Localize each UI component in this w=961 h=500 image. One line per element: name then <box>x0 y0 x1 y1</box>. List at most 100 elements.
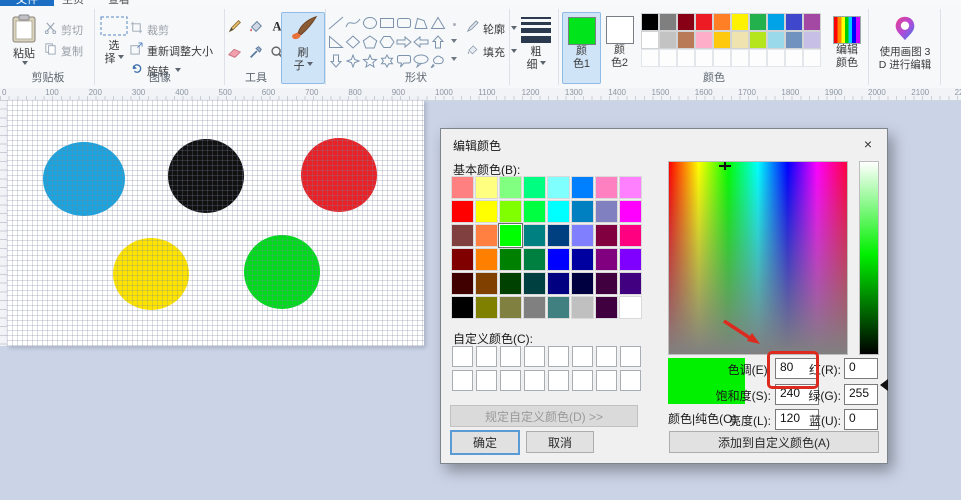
custom-color-slot[interactable] <box>452 346 473 367</box>
cloud-callout-shape[interactable] <box>430 54 446 68</box>
palette-swatch[interactable] <box>714 14 730 30</box>
pentagon-shape[interactable] <box>362 35 378 49</box>
basic-color-swatch[interactable] <box>500 273 521 294</box>
custom-color-slot[interactable] <box>620 370 641 391</box>
palette-swatch[interactable] <box>786 14 802 30</box>
red-input[interactable]: 0 <box>844 358 878 379</box>
basic-color-swatch[interactable] <box>572 273 593 294</box>
green-input[interactable]: 255 <box>844 384 878 405</box>
basic-color-swatch[interactable] <box>500 249 521 270</box>
basic-color-swatch[interactable] <box>452 177 473 198</box>
custom-color-slot[interactable] <box>572 346 593 367</box>
basic-color-swatch[interactable] <box>524 201 545 222</box>
brush-button[interactable]: 刷 子 <box>281 12 325 84</box>
paint3d-button[interactable]: 使用画图 3 D 进行编辑 <box>872 14 938 72</box>
palette-empty-slot[interactable] <box>732 50 748 66</box>
basic-color-swatch[interactable] <box>572 249 593 270</box>
basic-color-swatch[interactable] <box>572 177 593 198</box>
basic-color-swatch[interactable] <box>548 201 569 222</box>
paste-button[interactable]: 粘贴 <box>6 14 42 68</box>
copy-button[interactable]: 复制 <box>44 42 83 60</box>
ok-button[interactable]: 确定 <box>450 430 520 455</box>
basic-color-swatch[interactable] <box>452 225 473 246</box>
left-arrow-shape[interactable] <box>413 35 429 49</box>
custom-color-slot[interactable] <box>572 370 593 391</box>
palette-empty-slot[interactable] <box>642 50 658 66</box>
palette-swatch[interactable] <box>768 14 784 30</box>
custom-color-slot[interactable] <box>596 370 617 391</box>
custom-color-slot[interactable] <box>596 346 617 367</box>
palette-swatch[interactable] <box>732 14 748 30</box>
eraser-tool[interactable] <box>227 44 243 65</box>
basic-color-swatch[interactable] <box>596 249 617 270</box>
basic-color-swatch[interactable] <box>524 249 545 270</box>
palette-swatch[interactable] <box>642 14 658 30</box>
basic-color-swatch[interactable] <box>548 177 569 198</box>
crop-button[interactable]: 裁剪 <box>130 21 169 39</box>
four-point-star-shape[interactable] <box>345 54 361 68</box>
oval-shape[interactable] <box>362 16 378 30</box>
basic-color-swatch[interactable] <box>548 297 569 318</box>
shapes-more[interactable] <box>449 54 459 66</box>
basic-color-swatch[interactable] <box>476 201 497 222</box>
palette-empty-slot[interactable] <box>714 50 730 66</box>
basic-color-swatch[interactable] <box>596 273 617 294</box>
palette-swatch[interactable] <box>696 32 712 48</box>
basic-color-swatch[interactable] <box>620 177 641 198</box>
palette-swatch[interactable] <box>750 14 766 30</box>
cut-button[interactable]: 剪切 <box>44 21 83 39</box>
basic-color-swatch[interactable] <box>620 249 641 270</box>
basic-color-swatch[interactable] <box>452 249 473 270</box>
basic-color-swatch[interactable] <box>572 201 593 222</box>
palette-swatch[interactable] <box>678 14 694 30</box>
palette-swatch[interactable] <box>786 32 802 48</box>
basic-color-swatch[interactable] <box>452 273 473 294</box>
palette-swatch[interactable] <box>642 32 658 48</box>
custom-color-slot[interactable] <box>524 346 545 367</box>
basic-color-swatch[interactable] <box>548 225 569 246</box>
custom-color-slot[interactable] <box>548 370 569 391</box>
palette-swatch[interactable] <box>732 32 748 48</box>
basic-color-swatch[interactable] <box>524 225 545 246</box>
up-arrow-shape[interactable] <box>430 35 446 49</box>
right-triangle-shape[interactable] <box>328 35 344 49</box>
palette-swatch[interactable] <box>714 32 730 48</box>
line-shape[interactable] <box>328 16 344 30</box>
palette-swatch[interactable] <box>660 14 676 30</box>
basic-color-swatch[interactable] <box>620 297 641 318</box>
palette-swatch[interactable] <box>750 32 766 48</box>
fill-tool[interactable] <box>248 18 264 39</box>
custom-color-slot[interactable] <box>620 346 641 367</box>
palette-empty-slot[interactable] <box>678 50 694 66</box>
palette-empty-slot[interactable] <box>660 50 676 66</box>
palette-empty-slot[interactable] <box>768 50 784 66</box>
basic-color-swatch[interactable] <box>572 297 593 318</box>
diamond-shape[interactable] <box>345 35 361 49</box>
custom-color-slot[interactable] <box>476 370 497 391</box>
basic-color-swatch[interactable] <box>476 297 497 318</box>
custom-color-slot[interactable] <box>476 346 497 367</box>
palette-swatch[interactable] <box>696 14 712 30</box>
rectangle-shape[interactable] <box>379 16 395 30</box>
basic-color-swatch[interactable] <box>596 201 617 222</box>
hue-saturation-field[interactable] <box>668 161 848 355</box>
palette-swatch[interactable] <box>660 32 676 48</box>
drawing-canvas[interactable] <box>7 100 424 346</box>
custom-color-slot[interactable] <box>452 370 473 391</box>
palette-swatch[interactable] <box>804 32 820 48</box>
basic-color-swatch[interactable] <box>524 273 545 294</box>
basic-color-swatch[interactable] <box>596 177 617 198</box>
basic-color-swatch[interactable] <box>500 225 521 246</box>
shapes-scroll-down[interactable] <box>449 36 459 48</box>
basic-color-swatch[interactable] <box>620 273 641 294</box>
select-button[interactable]: 选 择 <box>98 16 130 66</box>
resize-button[interactable]: 重新调整大小 <box>130 42 213 60</box>
basic-color-swatch[interactable] <box>548 249 569 270</box>
palette-swatch[interactable] <box>804 14 820 30</box>
basic-color-swatch[interactable] <box>548 273 569 294</box>
basic-color-swatch[interactable] <box>524 297 545 318</box>
custom-color-slot[interactable] <box>548 346 569 367</box>
five-point-star-shape[interactable] <box>362 54 378 68</box>
basic-color-swatch[interactable] <box>500 297 521 318</box>
luminance-slider-arrow[interactable] <box>880 379 888 391</box>
